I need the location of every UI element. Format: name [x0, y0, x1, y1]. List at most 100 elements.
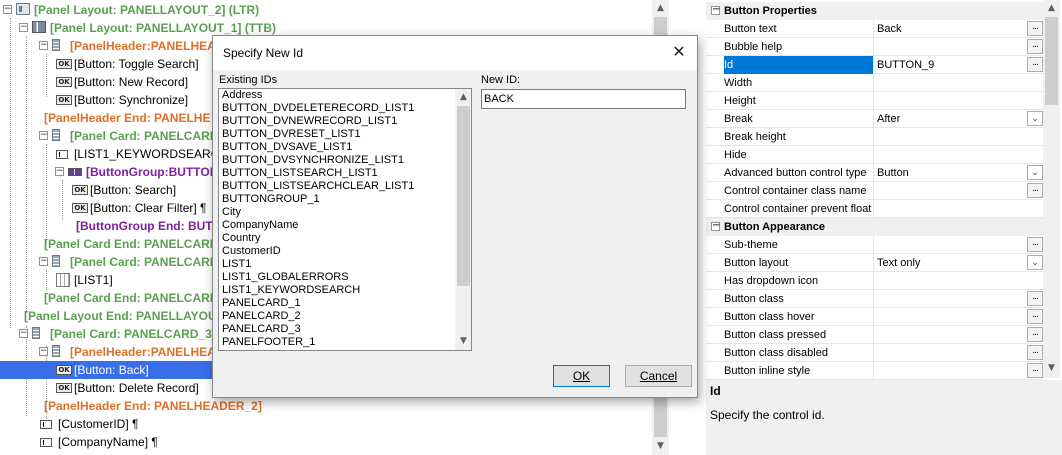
property-row[interactable]: Button class... [706, 290, 1043, 308]
id-list-item[interactable]: PANELCARD_1 [219, 297, 471, 310]
scroll-down-icon[interactable]: ▼ [1043, 360, 1060, 377]
properties-scrollbar[interactable]: ▲ ▼ [1043, 0, 1060, 378]
expand-toggle-icon[interactable]: − [3, 5, 12, 14]
property-row[interactable]: Control container prevent float [706, 200, 1043, 218]
expand-toggle-icon[interactable]: − [19, 23, 28, 32]
ellipsis-button[interactable]: ... [1027, 291, 1043, 306]
property-value[interactable] [875, 146, 1025, 164]
id-list-item[interactable]: PANELCARD_2 [219, 310, 471, 323]
tree-node[interactable]: − [Panel Layout: PANELLAYOUT_2] (LTR) [0, 1, 652, 19]
expand-toggle-icon[interactable]: − [19, 329, 28, 338]
dropdown-arrow-icon[interactable]: ⌄ [1027, 111, 1043, 126]
id-list-item[interactable]: LIST1_GLOBALERRORS [219, 271, 471, 284]
id-list-item[interactable]: BUTTON_DVSAVE_LIST1 [219, 141, 471, 154]
new-id-input[interactable] [481, 89, 686, 109]
property-category[interactable]: − Button Appearance [706, 218, 1043, 236]
property-row[interactable]: Hide [706, 146, 1043, 164]
property-value[interactable]: After [875, 110, 1025, 128]
scroll-thumb[interactable] [1045, 17, 1058, 105]
scroll-up-icon[interactable]: ▲ [1043, 0, 1060, 17]
id-list-item[interactable]: LIST1 [219, 258, 471, 271]
property-value[interactable] [875, 74, 1025, 92]
property-value[interactable] [875, 290, 1025, 308]
property-value[interactable]: Text only [875, 254, 1025, 272]
scroll-up-icon[interactable]: ▲ [455, 89, 471, 106]
id-list-item[interactable]: BUTTON_DVRESET_LIST1 [219, 128, 471, 141]
property-value[interactable]: BUTTON_9 [875, 56, 1025, 74]
property-row[interactable]: Height [706, 92, 1043, 110]
property-row[interactable]: Button class hover... [706, 308, 1043, 326]
ellipsis-button[interactable]: ... [1027, 363, 1043, 378]
id-list-item[interactable]: BUTTON_DVDELETERECORD_LIST1 [219, 102, 471, 115]
id-list-item[interactable]: LIST1_KEYWORDSEARCH [219, 284, 471, 297]
ellipsis-button[interactable]: ... [1027, 57, 1043, 72]
property-row[interactable]: Button layout Text only ⌄ [706, 254, 1043, 272]
id-list-item[interactable]: CustomerID [219, 245, 471, 258]
tree-node[interactable]: [CustomerID] ¶ [0, 415, 652, 433]
ellipsis-button[interactable]: ... [1027, 309, 1043, 324]
id-list-item[interactable]: Country [219, 232, 471, 245]
property-row[interactable]: Control container class name... [706, 182, 1043, 200]
property-value[interactable]: Back [875, 20, 1025, 38]
property-value[interactable] [875, 38, 1025, 56]
property-row[interactable]: Width [706, 74, 1043, 92]
property-row[interactable]: Id BUTTON_9... [706, 56, 1043, 74]
property-category[interactable]: − Button Properties [706, 2, 1043, 20]
property-row[interactable]: Button class disabled... [706, 344, 1043, 362]
property-value[interactable] [875, 182, 1025, 200]
id-list-item[interactable]: City [219, 206, 471, 219]
property-value[interactable] [875, 272, 1025, 290]
cancel-button[interactable]: Cancel [625, 365, 692, 387]
property-value[interactable] [875, 308, 1025, 326]
property-value[interactable] [875, 200, 1025, 218]
ellipsis-button[interactable]: ... [1027, 183, 1043, 198]
property-row[interactable]: Button inline style... [706, 362, 1043, 380]
scroll-thumb[interactable] [457, 106, 470, 286]
ellipsis-button[interactable]: ... [1027, 39, 1043, 54]
expand-toggle-icon[interactable]: − [39, 131, 48, 140]
property-row[interactable]: Break After ⌄ [706, 110, 1043, 128]
tree-node[interactable]: OK [Button: Back] [0, 361, 215, 379]
expand-toggle-icon[interactable]: − [39, 41, 48, 50]
property-row[interactable]: Bubble help... [706, 38, 1043, 56]
id-list-item[interactable]: PANELCARD_3 [219, 323, 471, 336]
ok-button[interactable]: OK [553, 365, 610, 387]
ellipsis-button[interactable]: ... [1027, 327, 1043, 342]
scroll-down-icon[interactable]: ▼ [455, 333, 471, 350]
ellipsis-button[interactable]: ... [1027, 21, 1043, 36]
property-value[interactable] [875, 128, 1025, 146]
id-list-item[interactable]: PANELFOOTER_1 [219, 336, 471, 349]
property-row[interactable]: Button text Back... [706, 20, 1043, 38]
property-value[interactable]: Button [875, 164, 1025, 182]
expand-toggle-icon[interactable]: − [39, 257, 48, 266]
id-list-item[interactable]: Address [219, 89, 471, 102]
id-list-item[interactable]: BUTTON_LISTSEARCHCLEAR_LIST1 [219, 180, 471, 193]
id-list-item[interactable]: BUTTONGROUP_1 [219, 193, 471, 206]
id-list-item[interactable]: BUTTON_DVNEWRECORD_LIST1 [219, 115, 471, 128]
property-row[interactable]: Has dropdown icon [706, 272, 1043, 290]
collapse-toggle-icon[interactable]: − [711, 5, 720, 15]
scroll-up-icon[interactable]: ▲ [652, 0, 669, 17]
id-list-scrollbar[interactable]: ▲ ▼ [455, 89, 471, 350]
expand-toggle-icon[interactable]: − [39, 347, 48, 356]
property-value[interactable] [875, 236, 1025, 254]
expand-toggle-icon[interactable]: − [55, 167, 64, 176]
property-row[interactable]: Advanced button control type Button ⌄ [706, 164, 1043, 182]
id-list-item[interactable]: BUTTON_DVSYNCHRONIZE_LIST1 [219, 154, 471, 167]
property-value[interactable] [875, 362, 1025, 380]
scroll-down-icon[interactable]: ▼ [652, 438, 669, 455]
collapse-toggle-icon[interactable]: − [711, 221, 720, 231]
property-row[interactable]: Button class pressed... [706, 326, 1043, 344]
id-list-item[interactable]: BUTTON_LISTSEARCH_LIST1 [219, 167, 471, 180]
property-value[interactable] [875, 326, 1025, 344]
property-value[interactable] [875, 344, 1025, 362]
property-value[interactable] [875, 92, 1025, 110]
ellipsis-button[interactable]: ... [1027, 345, 1043, 360]
dropdown-arrow-icon[interactable]: ⌄ [1027, 255, 1043, 270]
tree-node[interactable]: [PanelHeader End: PANELHEADER_2] [0, 397, 652, 415]
tree-node[interactable]: [CompanyName] ¶ [0, 433, 652, 451]
close-icon[interactable]: ✕ [669, 42, 689, 62]
dropdown-arrow-icon[interactable]: ⌄ [1027, 165, 1043, 180]
existing-ids-list[interactable]: Address BUTTON_DVDELETERECORD_LIST1 BUTTON… [218, 88, 472, 351]
property-row[interactable]: Sub-theme... [706, 236, 1043, 254]
